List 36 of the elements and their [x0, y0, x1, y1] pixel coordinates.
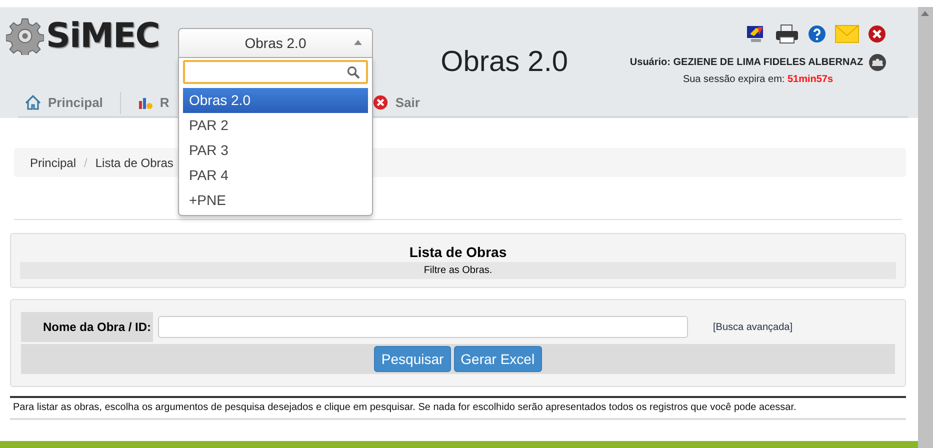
dropdown-option[interactable]: PAR 2 [183, 113, 368, 138]
dropdown-option[interactable]: PAR 4 [183, 163, 368, 188]
users-icon[interactable] [869, 54, 886, 71]
help-text: Para listar as obras, escolha os argumentos de pesquisa desejados e clique em pesquisar. Se nada for escolhido serão apresentados todos os registros que você pode acessar. [10, 396, 906, 420]
menu-item[interactable]: R [130, 92, 182, 114]
action-button[interactable]: Pesquisar [374, 346, 451, 372]
user-name: Usuário: GEZIENE DE LIMA FIDELES ALBERNAZ [630, 57, 864, 68]
caret-icon [354, 40, 362, 45]
printer-icon[interactable] [775, 24, 799, 44]
menu-item[interactable]: Principal [18, 92, 115, 114]
logo-text: SiMEC [46, 16, 160, 56]
session-timer: Sua sessão expira em: 51min57s [682, 74, 834, 85]
house-icon [25, 95, 41, 110]
menu-item[interactable]: Sair [366, 92, 432, 114]
dropdown-option[interactable]: +PNE [183, 188, 368, 213]
system-select[interactable]: Obras 2.0 [178, 28, 373, 58]
panel-subtitle: Filtre as Obras. [20, 262, 896, 279]
field-label: Nome da Obra / ID: [21, 312, 153, 342]
breadcrumb-link[interactable]: Principal [30, 156, 76, 170]
panel-title: Lista de Obras [408, 243, 508, 262]
input-field[interactable] [158, 316, 688, 338]
page-title: Obras 2.0 [440, 46, 568, 80]
breadcrumb-separator: / [84, 156, 88, 170]
dropdown-option[interactable]: Obras 2.0 [183, 88, 368, 113]
action-button[interactable]: Gerar Excel [454, 346, 542, 372]
breadcrumb-link[interactable]: Lista de Obras [95, 156, 174, 170]
gear-icon [6, 17, 44, 55]
search-field[interactable] [183, 60, 368, 84]
chart-icon [138, 96, 153, 110]
monitor-icon[interactable] [746, 24, 766, 44]
close-icon[interactable] [868, 25, 886, 43]
help-icon[interactable] [808, 25, 826, 43]
search-icon [347, 66, 360, 79]
scrollbar[interactable] [918, 7, 933, 448]
advanced-search-link[interactable]: [Busca avançada] [713, 322, 792, 332]
dropdown-option[interactable]: PAR 3 [183, 138, 368, 163]
